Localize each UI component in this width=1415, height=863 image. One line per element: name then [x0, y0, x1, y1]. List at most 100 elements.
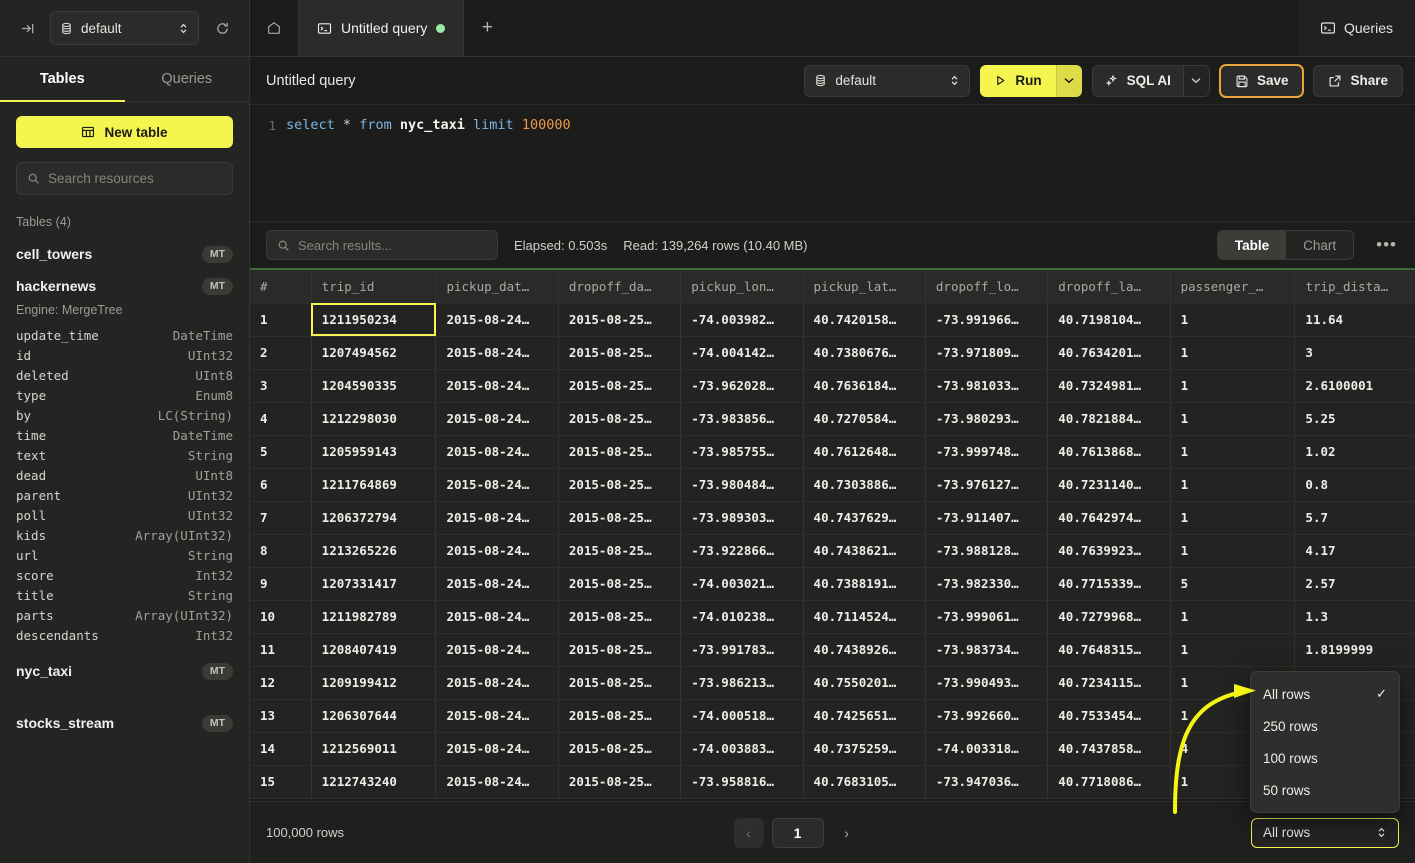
grid-cell[interactable]: 1	[1170, 501, 1295, 534]
grid-cell[interactable]: 40.7437858…	[1048, 732, 1170, 765]
grid-cell[interactable]: -73.962028…	[681, 369, 803, 402]
prev-page-button[interactable]: ‹	[734, 818, 764, 848]
table-row[interactable]: 412122980302015-08-24…2015-08-25…-73.983…	[250, 402, 1415, 435]
grid-cell[interactable]: -74.003982…	[681, 303, 803, 336]
grid-cell[interactable]: 11.64	[1295, 303, 1415, 336]
grid-column-header[interactable]: pickup_dat…	[436, 270, 558, 303]
grid-cell[interactable]: -74.003318…	[925, 732, 1047, 765]
grid-cell[interactable]: 2015-08-24…	[436, 501, 558, 534]
grid-cell[interactable]: -74.004142…	[681, 336, 803, 369]
grid-cell[interactable]: 1211982789	[311, 600, 436, 633]
grid-cell[interactable]: 40.7718086…	[1048, 765, 1170, 798]
grid-column-header[interactable]: trip_dista…	[1295, 270, 1415, 303]
grid-cell[interactable]: 2015-08-25…	[558, 369, 680, 402]
grid-cell[interactable]: 40.7550201…	[803, 666, 925, 699]
table-item-cell-towers[interactable]: cell_towers MT	[16, 238, 233, 270]
collapse-sidebar-icon[interactable]	[14, 15, 40, 41]
rows-menu-item[interactable]: All rows✓	[1251, 678, 1399, 710]
grid-cell[interactable]: -73.980293…	[925, 402, 1047, 435]
grid-cell[interactable]: 1	[1170, 633, 1295, 666]
column-row[interactable]: idUInt32	[16, 345, 233, 365]
grid-cell[interactable]: 40.7437629…	[803, 501, 925, 534]
grid-cell[interactable]: 1	[1170, 534, 1295, 567]
grid-cell[interactable]: 40.7388191…	[803, 567, 925, 600]
grid-cell[interactable]: 1212743240	[311, 765, 436, 798]
tab-table-view[interactable]: Table	[1218, 231, 1286, 259]
grid-cell[interactable]: 5.7	[1295, 501, 1415, 534]
sidebar-tab-tables[interactable]: Tables	[0, 57, 125, 101]
grid-cell[interactable]: -73.989303…	[681, 501, 803, 534]
grid-cell[interactable]: -73.992660…	[925, 699, 1047, 732]
grid-cell[interactable]: -73.999748…	[925, 435, 1047, 468]
table-row[interactable]: 1112084074192015-08-24…2015-08-25…-73.99…	[250, 633, 1415, 666]
grid-cell[interactable]: -73.999061…	[925, 600, 1047, 633]
table-row[interactable]: 812132652262015-08-24…2015-08-25…-73.922…	[250, 534, 1415, 567]
table-row[interactable]: 912073314172015-08-24…2015-08-25…-74.003…	[250, 567, 1415, 600]
grid-cell[interactable]: 40.7279968…	[1048, 600, 1170, 633]
sidebar-tab-queries[interactable]: Queries	[125, 57, 250, 101]
grid-cell[interactable]: 2015-08-24…	[436, 699, 558, 732]
grid-cell[interactable]: 2.6100001	[1295, 369, 1415, 402]
grid-cell[interactable]: 1	[1170, 303, 1295, 336]
grid-column-header[interactable]: pickup_lon…	[681, 270, 803, 303]
grid-cell[interactable]: 1208407419	[311, 633, 436, 666]
grid-cell[interactable]: 1209199412	[311, 666, 436, 699]
grid-cell[interactable]: 40.7324981…	[1048, 369, 1170, 402]
grid-cell[interactable]: 40.7231140…	[1048, 468, 1170, 501]
table-row[interactable]: 1312063076442015-08-24…2015-08-25…-74.00…	[250, 699, 1415, 732]
column-row[interactable]: timeDateTime	[16, 425, 233, 445]
grid-cell[interactable]: 2015-08-25…	[558, 732, 680, 765]
grid-cell[interactable]: 2015-08-24…	[436, 633, 558, 666]
rows-menu-item[interactable]: 100 rows	[1251, 742, 1399, 774]
grid-cell[interactable]: 2015-08-24…	[436, 567, 558, 600]
database-selector[interactable]: default	[50, 11, 199, 45]
column-row[interactable]: scoreInt32	[16, 565, 233, 585]
grid-cell[interactable]: 1206307644	[311, 699, 436, 732]
grid-cell[interactable]: 2015-08-24…	[436, 336, 558, 369]
grid-cell[interactable]: -74.010238…	[681, 600, 803, 633]
sidebar-search[interactable]	[16, 162, 233, 195]
grid-cell[interactable]: 1	[1170, 600, 1295, 633]
current-page-button[interactable]: 1	[772, 818, 824, 848]
grid-cell[interactable]: 2015-08-25…	[558, 765, 680, 798]
grid-cell[interactable]: 40.7634201…	[1048, 336, 1170, 369]
grid-cell[interactable]: 40.7639923…	[1048, 534, 1170, 567]
grid-cell[interactable]: 1212569011	[311, 732, 436, 765]
grid-cell[interactable]: 40.7533454…	[1048, 699, 1170, 732]
table-row[interactable]: 612117648692015-08-24…2015-08-25…-73.980…	[250, 468, 1415, 501]
table-item-hackernews[interactable]: hackernews MT	[16, 270, 233, 302]
grid-cell[interactable]: -73.991783…	[681, 633, 803, 666]
grid-cell[interactable]: 40.7198104…	[1048, 303, 1170, 336]
grid-cell[interactable]: 2015-08-24…	[436, 303, 558, 336]
run-button[interactable]: Run	[980, 65, 1055, 97]
grid-cell[interactable]: 2015-08-25…	[558, 336, 680, 369]
sql-code[interactable]: select * from nyc_taxi limit 100000	[286, 117, 571, 133]
grid-cell[interactable]: 1211764869	[311, 468, 436, 501]
table-row[interactable]: 1512127432402015-08-24…2015-08-25…-73.95…	[250, 765, 1415, 798]
sql-editor[interactable]: 1 select * from nyc_taxi limit 100000	[250, 105, 1415, 221]
grid-column-header[interactable]: trip_id	[311, 270, 436, 303]
grid-cell[interactable]: -73.911407…	[925, 501, 1047, 534]
queries-link[interactable]: Queries	[1298, 0, 1415, 56]
grid-cell[interactable]: 1	[1170, 435, 1295, 468]
grid-cell[interactable]: 2015-08-25…	[558, 435, 680, 468]
grid-cell[interactable]: 40.7438621…	[803, 534, 925, 567]
grid-cell[interactable]: 40.7270584…	[803, 402, 925, 435]
grid-cell[interactable]: -73.922866…	[681, 534, 803, 567]
grid-cell[interactable]: 2015-08-25…	[558, 666, 680, 699]
results-grid-wrapper[interactable]: #trip_idpickup_dat…dropoff_da…pickup_lon…	[250, 270, 1415, 801]
table-row[interactable]: 1012119827892015-08-24…2015-08-25…-74.01…	[250, 600, 1415, 633]
column-row[interactable]: pollUInt32	[16, 505, 233, 525]
grid-cell[interactable]: -73.990493…	[925, 666, 1047, 699]
grid-cell[interactable]: 1207494562	[311, 336, 436, 369]
column-row[interactable]: typeEnum8	[16, 385, 233, 405]
grid-cell[interactable]: -73.985755…	[681, 435, 803, 468]
grid-cell[interactable]: -73.986213…	[681, 666, 803, 699]
table-row[interactable]: 212074945622015-08-24…2015-08-25…-74.004…	[250, 336, 1415, 369]
rows-per-page-select[interactable]: All rows	[1251, 818, 1399, 848]
grid-cell[interactable]: -73.958816…	[681, 765, 803, 798]
grid-cell[interactable]: 40.7425651…	[803, 699, 925, 732]
sql-ai-button-group[interactable]: SQL AI	[1092, 65, 1210, 97]
table-row[interactable]: 712063727942015-08-24…2015-08-25…-73.989…	[250, 501, 1415, 534]
grid-cell[interactable]: 40.7715339…	[1048, 567, 1170, 600]
